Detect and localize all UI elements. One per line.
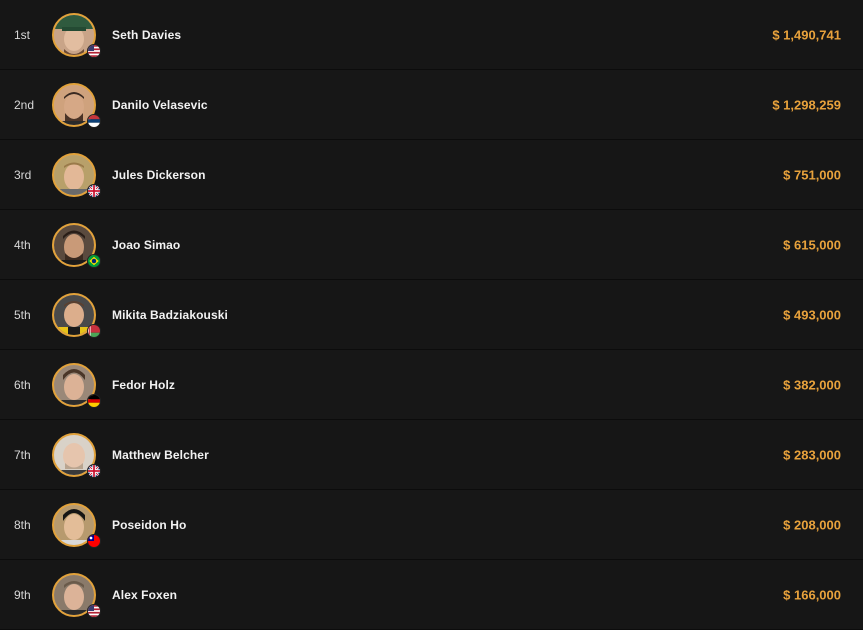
result-row[interactable]: 6th Fedor Holz $ 382,000 [0,350,863,420]
brazil-flag-icon [87,253,101,268]
player-name[interactable]: Danilo Velasevic [112,98,208,112]
prize-amount: $ 166,000 [783,587,841,602]
result-row[interactable]: 9th Alex Foxen $ 166,000 [0,560,863,630]
player-name[interactable]: Poseidon Ho [112,518,186,532]
prize-amount: $ 493,000 [783,307,841,322]
place-label: 9th [14,587,31,602]
prize-amount: $ 382,000 [783,377,841,392]
belarus-flag-icon [87,323,101,338]
player-name[interactable]: Matthew Belcher [112,448,209,462]
serbia-flag-icon [87,113,101,128]
taiwan-flag-icon [87,533,101,548]
place-label: 7th [14,447,31,462]
player-name[interactable]: Jules Dickerson [112,168,206,182]
player-name[interactable]: Seth Davies [112,28,181,42]
place-label: 3rd [14,167,32,182]
prize-amount: $ 1,490,741 [772,27,841,42]
result-row[interactable]: 2nd Danilo Velasevic $ 1,298,259 [0,70,863,140]
uk-flag-icon [87,463,101,478]
player-name[interactable]: Joao Simao [112,238,180,252]
player-name[interactable]: Alex Foxen [112,588,177,602]
place-label: 8th [14,517,31,532]
uk-flag-icon [87,183,101,198]
results-list: 1st Seth Davies $ 1,490,741 2nd Danilo V… [0,0,863,630]
prize-amount: $ 751,000 [783,167,841,182]
place-label: 2nd [14,97,35,112]
result-row[interactable]: 5th Mikita Badziakouski $ 493,000 [0,280,863,350]
prize-amount: $ 615,000 [783,237,841,252]
place-label: 6th [14,377,31,392]
player-name[interactable]: Mikita Badziakouski [112,308,228,322]
place-label: 1st [14,27,31,42]
germany-flag-icon [87,393,101,408]
prize-amount: $ 283,000 [783,447,841,462]
place-label: 5th [14,307,31,322]
place-label: 4th [14,237,31,252]
result-row[interactable]: 7th Matthew Belcher $ 283,000 [0,420,863,490]
result-row[interactable]: 1st Seth Davies $ 1,490,741 [0,0,863,70]
result-row[interactable]: 3rd Jules Dickerson $ 751,000 [0,140,863,210]
result-row[interactable]: 8th Poseidon Ho $ 208,000 [0,490,863,560]
result-row[interactable]: 4th Joao Simao $ 615,000 [0,210,863,280]
us-flag-icon [87,43,101,58]
us-flag-icon [87,603,101,618]
player-name[interactable]: Fedor Holz [112,378,175,392]
prize-amount: $ 208,000 [783,517,841,532]
prize-amount: $ 1,298,259 [772,97,841,112]
